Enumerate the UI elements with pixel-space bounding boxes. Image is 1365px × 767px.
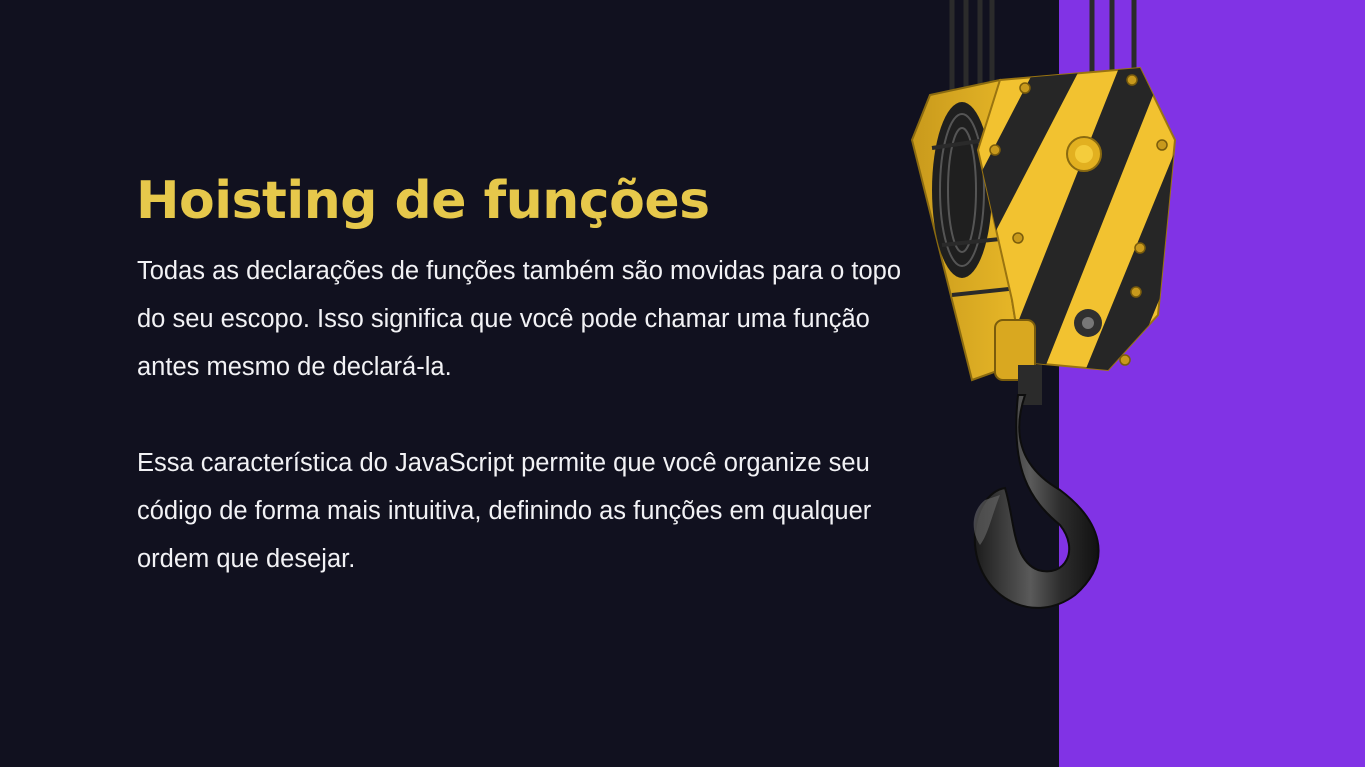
slide-title: Hoisting de funções (136, 171, 710, 231)
body-paragraph-2: Essa característica do JavaScript permit… (137, 449, 872, 573)
body-paragraph-1: Todas as declarações de funções também s… (137, 257, 902, 381)
slide: Hoisting de funções Todas as declarações… (0, 0, 1365, 767)
crane-hook-icon (910, 0, 1177, 609)
